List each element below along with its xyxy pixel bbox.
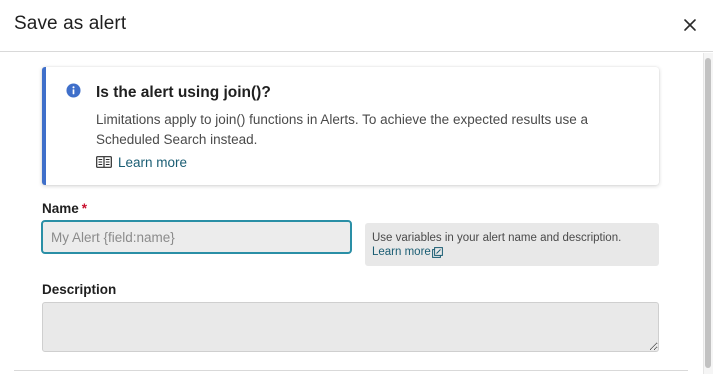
callout-learn-more-link[interactable]: Learn more: [96, 153, 187, 171]
variables-hint: Use variables in your alert name and des…: [365, 223, 659, 266]
required-marker: *: [81, 201, 88, 216]
callout-body: Limitations apply to join() functions in…: [96, 112, 589, 147]
book-icon: [96, 156, 112, 168]
dialog-header: Save as alert: [0, 0, 713, 52]
external-link-icon: [431, 246, 443, 258]
scrollbar-thumb[interactable]: [705, 58, 711, 368]
hint-text: Use variables in your alert name and des…: [372, 232, 622, 244]
dialog-title: Save as alert: [14, 13, 127, 34]
hint-learn-more-link[interactable]: Learn more: [372, 245, 443, 259]
info-icon: [66, 83, 81, 98]
join-warning-callout: Is the alert using join()? Limitations a…: [42, 67, 659, 185]
name-label: Name *: [42, 201, 87, 216]
name-input[interactable]: [41, 220, 352, 254]
learn-more-text[interactable]: Learn more: [118, 155, 187, 170]
description-textarea[interactable]: [42, 302, 659, 352]
close-icon: [684, 19, 696, 31]
hint-learn-more-text[interactable]: Learn more: [372, 245, 431, 259]
name-label-text: Name: [42, 201, 79, 216]
footer-divider: [14, 370, 688, 371]
description-label: Description: [42, 282, 117, 297]
callout-title: Is the alert using join()?: [96, 84, 271, 101]
close-button[interactable]: [679, 14, 701, 36]
